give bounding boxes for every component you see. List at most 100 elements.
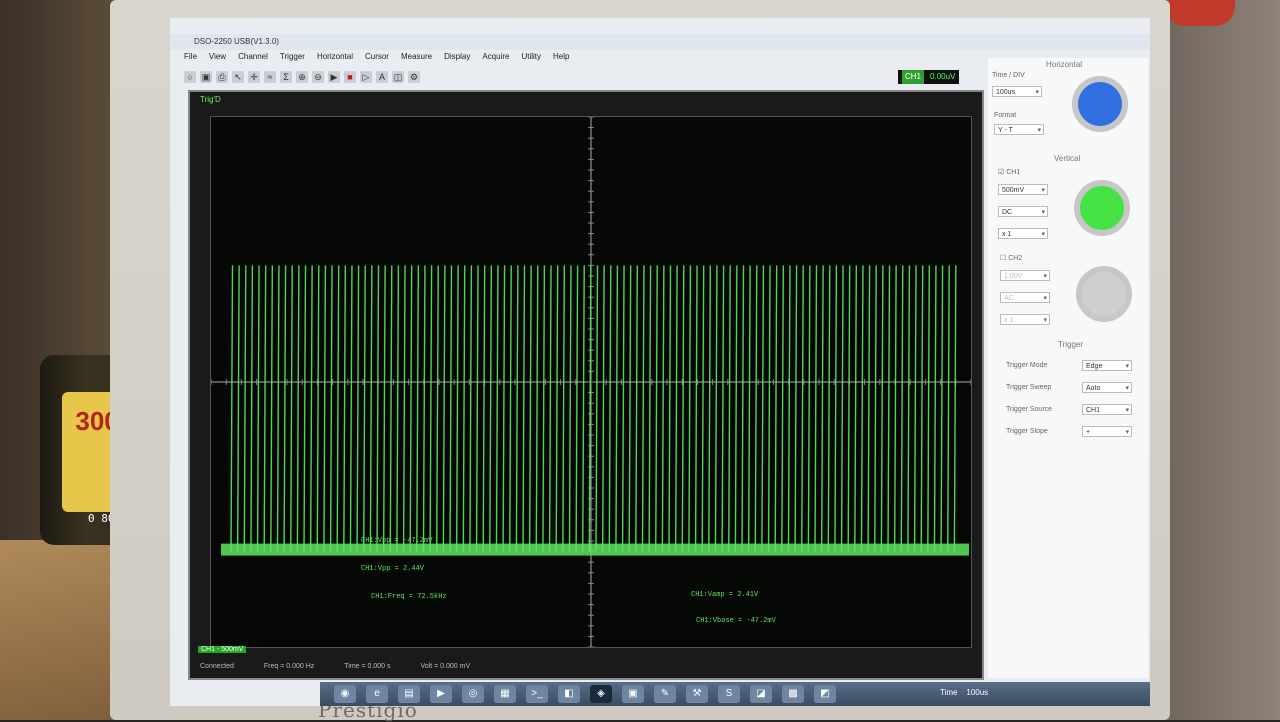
scope-display[interactable]: Trig'D CH1:Vpp = -47.2mV CH1:Vpp = 2.44V… <box>188 90 984 680</box>
window-icon[interactable]: ▣ <box>622 685 644 703</box>
waveform-pulse <box>787 265 791 552</box>
explorer-icon[interactable]: ▤ <box>398 685 420 703</box>
ch1-probe-select[interactable]: x 1 <box>998 228 1048 240</box>
waveform-pulse <box>920 265 924 552</box>
trigger-source-select[interactable]: CH1 <box>1082 404 1132 416</box>
waveform-pulse <box>442 265 446 552</box>
zoom-in-icon[interactable]: ⊕ <box>296 71 308 83</box>
waveform-pulse <box>263 265 267 552</box>
measurement-freq: CH1:Freq = 72.5kHz <box>371 593 447 601</box>
math-icon[interactable]: Σ <box>280 71 292 83</box>
editor-icon[interactable]: ✎ <box>654 685 676 703</box>
waveform-pulse <box>343 265 347 552</box>
tool-icon[interactable]: ⚒ <box>686 685 708 703</box>
settings-icon[interactable]: ⚙ <box>408 71 420 83</box>
save-icon[interactable]: ▣ <box>200 71 212 83</box>
measurement-vbase: CH1:Vbase = -47.2mV <box>696 617 776 625</box>
red-object <box>1165 0 1235 26</box>
waveform-pulse <box>761 265 765 552</box>
waveform-pulse <box>741 265 745 552</box>
menu-display[interactable]: Display <box>444 52 470 66</box>
waveform-pulse <box>608 265 612 552</box>
ch1-checkbox[interactable]: ☑ CH1 <box>998 168 1020 176</box>
auto-icon[interactable]: A <box>376 71 388 83</box>
ch2-volt-select[interactable]: 1.00V <box>1000 270 1050 282</box>
waveform-pulse <box>535 265 539 552</box>
waveform-pulse <box>349 265 353 552</box>
app-icon[interactable]: ◧ <box>558 685 580 703</box>
horizontal-heading: Horizontal <box>1046 60 1083 69</box>
waveform-pulse <box>522 265 526 552</box>
menu-help[interactable]: Help <box>553 52 569 66</box>
measurement-vamp: CH1:Vamp = 2.41V <box>691 591 759 599</box>
waveform-pulse <box>489 265 493 552</box>
cursor-icon[interactable]: ✛ <box>248 71 260 83</box>
misc-icon[interactable]: ◩ <box>814 685 836 703</box>
skype-icon[interactable]: S <box>718 685 740 703</box>
menu-horizontal[interactable]: Horizontal <box>317 52 353 66</box>
trigger-mode-label: Trigger Mode <box>1006 362 1048 369</box>
ie-icon[interactable]: e <box>366 685 388 703</box>
menu-acquire[interactable]: Acquire <box>482 52 509 66</box>
media-icon[interactable]: ▶ <box>430 685 452 703</box>
waveform-pulse <box>309 265 313 552</box>
menu-trigger[interactable]: Trigger <box>280 52 305 66</box>
menu-utility[interactable]: Utility <box>521 52 541 66</box>
waveform-pulse <box>429 265 433 552</box>
calc-icon[interactable]: ▩ <box>782 685 804 703</box>
pointer-icon[interactable]: ↖ <box>232 71 244 83</box>
trigger-mode-select[interactable]: Edge <box>1082 360 1132 372</box>
trigger-sweep-select[interactable]: Auto <box>1082 382 1132 394</box>
snapshot-icon[interactable]: ◫ <box>392 71 404 83</box>
folder-icon[interactable]: ▦ <box>494 685 516 703</box>
waveform-pulse <box>509 265 512 552</box>
menu-file[interactable]: File <box>184 52 197 66</box>
waveform-pulse <box>807 265 811 552</box>
chrome-icon[interactable]: ◎ <box>462 685 484 703</box>
scope-app-icon[interactable]: ◈ <box>590 685 612 703</box>
paint-icon[interactable]: ◪ <box>750 685 772 703</box>
waveform-pulse <box>369 265 373 552</box>
channel-value: 0.00uV <box>930 72 956 81</box>
terminal-icon[interactable]: >_ <box>526 685 548 703</box>
menu-channel[interactable]: Channel <box>238 52 268 66</box>
measurement-vpp-top: CH1:Vpp = -47.2mV <box>361 537 433 545</box>
waveform-pulse <box>382 265 386 552</box>
taskbar-tray: Time 100us <box>940 688 988 697</box>
horizontal-knob[interactable] <box>1072 76 1128 132</box>
trigger-sweep-label: Trigger Sweep <box>1006 384 1052 391</box>
print-icon[interactable]: ⎙ <box>216 71 228 83</box>
trigger-slope-select[interactable]: + <box>1082 426 1132 438</box>
measure-icon[interactable]: ≈ <box>264 71 276 83</box>
waveform-grid[interactable]: CH1:Vpp = -47.2mV CH1:Vpp = 2.44V CH1:Fr… <box>210 116 972 648</box>
waveform-pulse <box>502 265 506 552</box>
single-icon[interactable]: ▷ <box>360 71 372 83</box>
run-icon[interactable]: ▶ <box>328 71 340 83</box>
ch2-probe-select[interactable]: x 1 <box>1000 314 1050 326</box>
waveform-pulse <box>436 265 439 552</box>
vertical-heading: Vertical <box>1054 154 1081 163</box>
stop-icon[interactable]: ■ <box>344 71 356 83</box>
cursor-volt: Volt = 0.000 mV <box>420 663 471 670</box>
format-select[interactable]: Y - T <box>994 124 1044 136</box>
start-icon[interactable]: ◉ <box>334 685 356 703</box>
menu-measure[interactable]: Measure <box>401 52 432 66</box>
waveform-pulse <box>250 265 254 552</box>
waveform-pulse <box>734 265 738 552</box>
waveform-pulse <box>356 265 360 552</box>
ch1-coupling-select[interactable]: DC <box>998 206 1048 218</box>
menu-view[interactable]: View <box>209 52 226 66</box>
tray-time-label: Time <box>940 688 958 697</box>
ch2-checkbox[interactable]: ☐ CH2 <box>1000 254 1022 262</box>
time-div-select[interactable]: 100us <box>992 86 1042 98</box>
ch2-knob[interactable] <box>1076 266 1132 322</box>
open-icon[interactable]: ○ <box>184 71 196 83</box>
ch1-volt-select[interactable]: 500mV <box>998 184 1048 196</box>
taskbar: ◉ e ▤ ▶ ◎ ▦ >_ ◧ ◈ ▣ ✎ ⚒ S ◪ ▩ ◩ <box>320 682 1150 706</box>
ch2-coupling-select[interactable]: AC <box>1000 292 1050 304</box>
zoom-out-icon[interactable]: ⊖ <box>312 71 324 83</box>
ch1-knob[interactable] <box>1074 180 1130 236</box>
waveform-svg <box>211 117 971 647</box>
waveform-pulse <box>648 265 652 552</box>
menu-cursor[interactable]: Cursor <box>365 52 389 66</box>
